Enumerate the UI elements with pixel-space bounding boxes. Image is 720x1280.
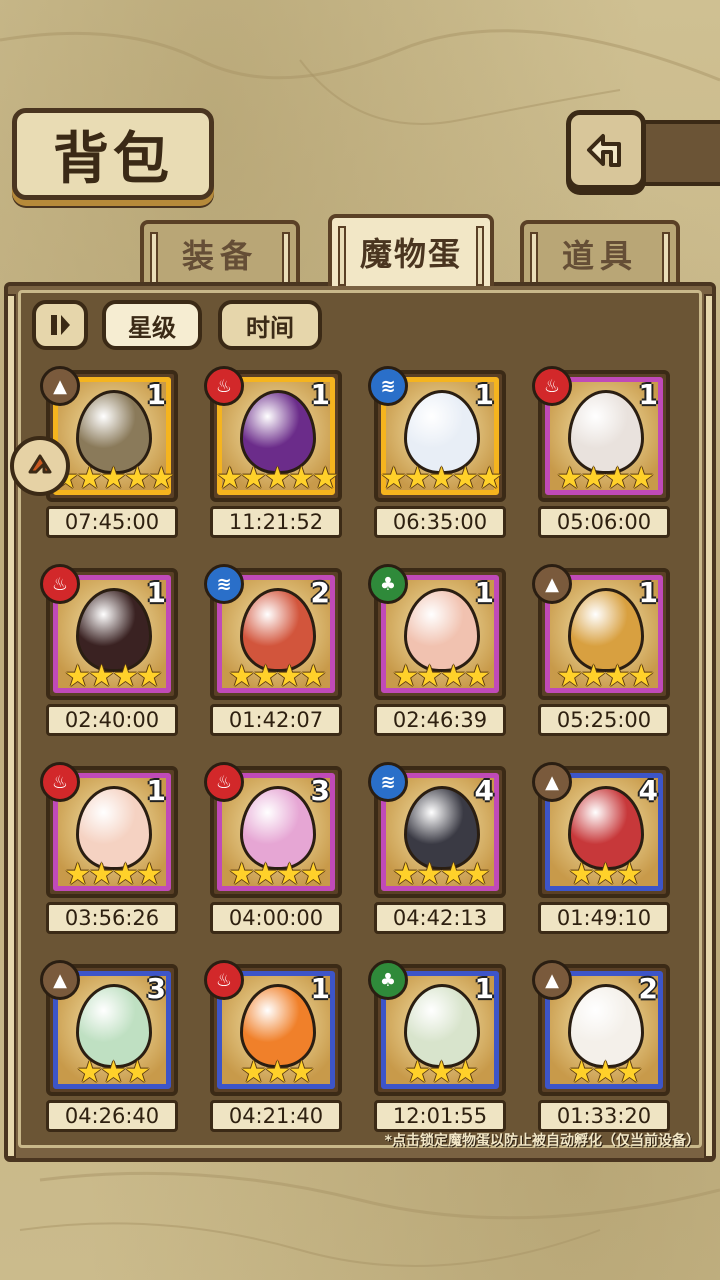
- earth-element-icon: ▲: [40, 366, 80, 406]
- egg-star-rating: ★★★: [76, 1055, 151, 1090]
- egg-count: 1: [146, 576, 166, 609]
- fire-element-icon: ♨: [204, 762, 244, 802]
- hatch-timer: 04:21:40: [210, 1100, 342, 1132]
- hatch-timer: 02:40:00: [46, 704, 178, 736]
- egg-count: 1: [310, 378, 330, 411]
- hatch-timer: 07:45:00: [46, 506, 178, 538]
- fire-element-icon: ♨: [40, 762, 80, 802]
- back-strip: [640, 120, 720, 186]
- sort-by-star-button[interactable]: 星级: [102, 300, 202, 350]
- hatch-timer: 04:42:13: [374, 902, 506, 934]
- egg-star-rating: ★★★★: [556, 659, 655, 694]
- hatch-timer: 05:25:00: [538, 704, 670, 736]
- hatch-timer: 02:46:39: [374, 704, 506, 736]
- tab-post: [338, 226, 346, 286]
- panel-rail-left: [6, 294, 16, 1158]
- egg-count: 1: [310, 972, 330, 1005]
- back-arrow-icon: [587, 134, 621, 167]
- wood-element-icon: ♣: [368, 564, 408, 604]
- earth-element-icon: ▲: [532, 564, 572, 604]
- tab-post: [150, 232, 158, 284]
- tab-equipment[interactable]: 装备: [140, 220, 300, 284]
- hatch-timer: 01:49:10: [538, 902, 670, 934]
- egg-count: 3: [310, 774, 330, 807]
- hatch-timer: 12:01:55: [374, 1100, 506, 1132]
- hatch-timer: 03:56:26: [46, 902, 178, 934]
- egg-count: 1: [638, 576, 658, 609]
- egg-star-rating: ★★★★: [392, 659, 491, 694]
- egg-count: 4: [474, 774, 494, 807]
- tab-items-label: 道具: [561, 237, 638, 275]
- egg-count: 1: [474, 576, 494, 609]
- water-element-icon: ≋: [368, 366, 408, 406]
- sort-by-star-label: 星级: [128, 313, 176, 342]
- tab-equipment-label: 装备: [181, 237, 258, 275]
- egg-star-rating: ★★★: [240, 1055, 315, 1090]
- water-element-icon: ≋: [368, 762, 408, 802]
- egg-star-rating: ★★★★: [64, 857, 163, 892]
- hatch-timer: 01:33:20: [538, 1100, 670, 1132]
- earth-element-icon: ▲: [532, 762, 572, 802]
- earth-element-icon: ▲: [532, 960, 572, 1000]
- egg-count: 4: [638, 774, 658, 807]
- egg-star-rating: ★★★: [568, 857, 643, 892]
- tab-items[interactable]: 道具: [520, 220, 680, 284]
- sort-by-time-button[interactable]: 时间: [218, 300, 322, 350]
- lock-egg-button[interactable]: [10, 436, 70, 496]
- title-plate: 背包: [12, 108, 214, 200]
- fire-element-icon: ♨: [40, 564, 80, 604]
- egg-count: 1: [474, 378, 494, 411]
- egg-count: 1: [474, 972, 494, 1005]
- egg-star-rating: ★★★★: [228, 857, 327, 892]
- hatch-timer: 04:00:00: [210, 902, 342, 934]
- egg-count: 1: [638, 378, 658, 411]
- egg-star-rating: ★★★: [568, 1055, 643, 1090]
- lock-arrow-icon: [28, 454, 52, 474]
- egg-count: 3: [146, 972, 166, 1005]
- egg-star-rating: ★★★★★: [216, 461, 338, 496]
- tab-monster-eggs[interactable]: 魔物蛋: [328, 214, 494, 286]
- egg-count: 1: [146, 378, 166, 411]
- tab-monster-eggs-label: 魔物蛋: [359, 235, 462, 273]
- water-element-icon: ≋: [204, 564, 244, 604]
- panel-rail-right: [704, 294, 714, 1158]
- fire-element-icon: ♨: [204, 960, 244, 1000]
- egg-star-rating: ★★★★: [64, 659, 163, 694]
- auto-hatch-note: *点击锁定魔物蛋以防止被自动孵化（仅当前设备）: [384, 1133, 700, 1149]
- sort-order-toggle[interactable]: [32, 300, 88, 350]
- tab-post: [476, 226, 484, 286]
- tab-post: [282, 232, 290, 284]
- egg-star-rating: ★★★★★: [380, 461, 502, 496]
- egg-count: 2: [638, 972, 658, 1005]
- hatch-timer: 06:35:00: [374, 506, 506, 538]
- tab-post: [530, 232, 538, 284]
- fire-element-icon: ♨: [204, 366, 244, 406]
- sort-toggle-icon: [51, 315, 70, 335]
- page-title: 背包: [53, 125, 173, 192]
- egg-star-rating: ★★★★: [228, 659, 327, 694]
- egg-count: 2: [310, 576, 330, 609]
- earth-element-icon: ▲: [40, 960, 80, 1000]
- egg-star-rating: ★★★★: [392, 857, 491, 892]
- hatch-timer: 05:06:00: [538, 506, 670, 538]
- hatch-timer: 01:42:07: [210, 704, 342, 736]
- back-button[interactable]: [566, 110, 646, 190]
- tab-post: [662, 232, 670, 284]
- wood-element-icon: ♣: [368, 960, 408, 1000]
- fire-element-icon: ♨: [532, 366, 572, 406]
- egg-star-rating: ★★★★: [556, 461, 655, 496]
- sort-by-time-label: 时间: [246, 313, 294, 342]
- egg-count: 1: [146, 774, 166, 807]
- hatch-timer: 04:26:40: [46, 1100, 178, 1132]
- hatch-timer: 11:21:52: [210, 506, 342, 538]
- egg-star-rating: ★★★: [404, 1055, 479, 1090]
